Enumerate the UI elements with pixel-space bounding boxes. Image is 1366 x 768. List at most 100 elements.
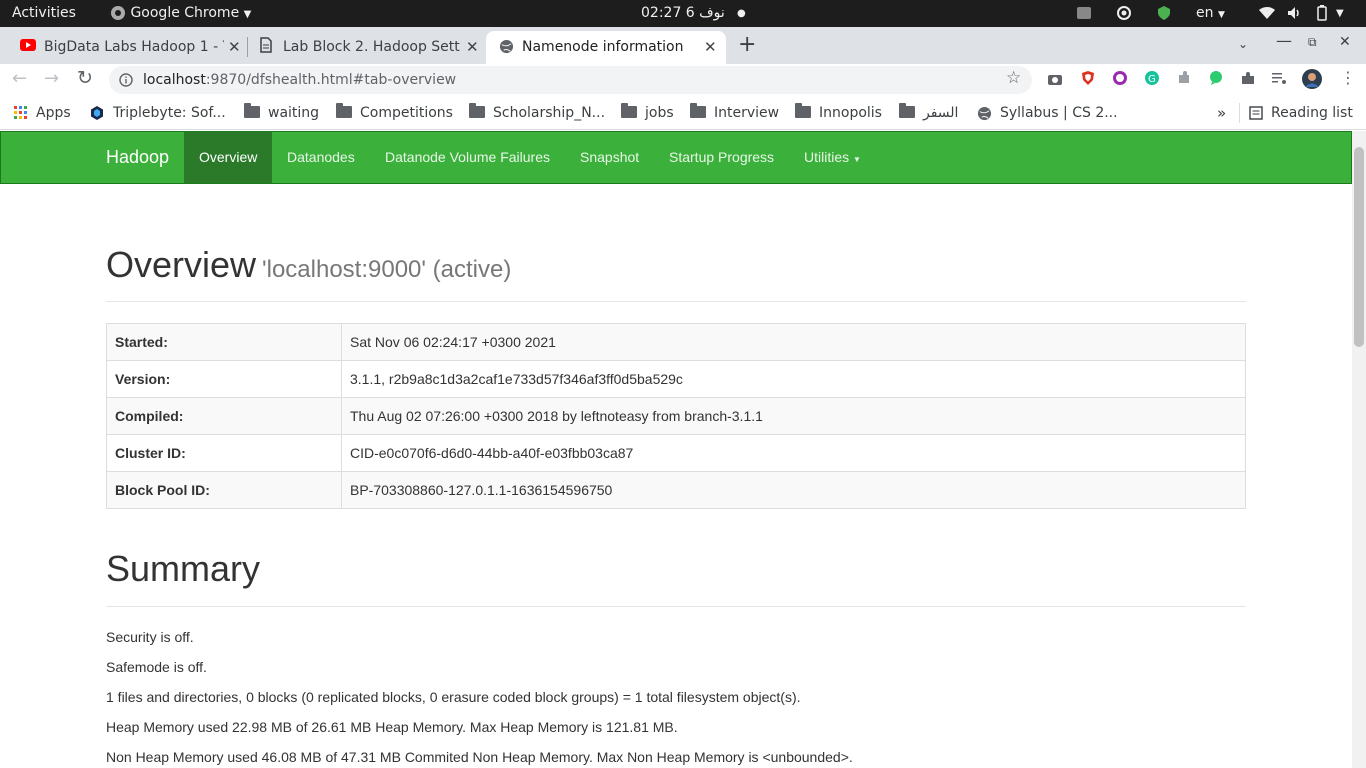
tab-namenode-information[interactable]: Namenode information ✕ <box>486 31 726 64</box>
table-row: Cluster ID: CID-e0c070f6-d6d0-44bb-a40f-e… <box>106 434 1246 472</box>
triplebyte-icon <box>91 106 103 120</box>
media-control-icon[interactable] <box>1271 70 1287 90</box>
shield-icon[interactable] <box>1156 0 1172 27</box>
bookmark-label: Interview <box>714 105 780 121</box>
bookmark-travel[interactable]: السفر <box>899 96 958 130</box>
camera-icon[interactable] <box>1047 71 1063 90</box>
chat-extension-icon[interactable] <box>1208 70 1224 90</box>
indicator-icon[interactable] <box>1076 0 1092 27</box>
restore-icon[interactable]: ⧉ <box>1308 35 1317 50</box>
bookmark-scholarship[interactable]: Scholarship_N... <box>469 96 605 130</box>
language-selector[interactable]: en ▼ <box>1196 0 1225 27</box>
bookmark-syllabus[interactable]: Syllabus | CS 2... <box>977 96 1118 130</box>
url-text[interactable]: localhost:9870/dfshealth.html#tab-overvi… <box>143 66 456 94</box>
info-icon[interactable] <box>119 73 133 87</box>
table-value: 3.1.1, r2b9a8c1d3a2caf1e733d57f346af3ff0… <box>341 360 1246 398</box>
table-row: Block Pool ID: BP-703308860-127.0.1.1-163… <box>106 471 1246 509</box>
bookmark-label: Apps <box>36 105 71 121</box>
table-value: BP-703308860-127.0.1.1-1636154596750 <box>341 471 1246 509</box>
nav-snapshot[interactable]: Snapshot <box>580 132 639 183</box>
window-close-icon[interactable]: ✕ <box>1339 34 1351 50</box>
chevron-down-icon[interactable]: ▼ <box>1336 0 1344 27</box>
youtube-icon <box>20 39 36 51</box>
nav-datanodes[interactable]: Datanodes <box>287 132 355 183</box>
table-key: Started: <box>106 323 342 361</box>
menu-kebab-icon[interactable]: ⋮ <box>1340 68 1356 87</box>
folder-icon <box>795 103 811 118</box>
close-icon[interactable]: ✕ <box>228 34 241 61</box>
url-path: :9870/dfshealth.html#tab-overview <box>205 72 457 88</box>
reload-icon[interactable]: ↻ <box>77 67 93 89</box>
reading-list-button[interactable]: Reading list <box>1249 96 1353 130</box>
battery-icon[interactable] <box>1316 0 1328 27</box>
chevron-down-icon: ▼ <box>1217 10 1225 20</box>
summary-line: Security is off. <box>106 629 194 645</box>
new-tab-plus-icon[interactable]: + <box>738 32 756 57</box>
record-icon[interactable] <box>1116 0 1132 27</box>
language-label: en <box>1196 5 1214 21</box>
caret-down-icon: ▼ <box>853 155 861 164</box>
nav-startup-progress[interactable]: Startup Progress <box>669 132 774 183</box>
activities-button[interactable]: Activities <box>12 0 76 27</box>
nav-utilities-label: Utilities <box>804 149 850 165</box>
bookmark-interview[interactable]: Interview <box>690 96 779 130</box>
grammarly-icon[interactable]: G <box>1144 70 1160 90</box>
bookmark-competitions[interactable]: Competitions <box>336 96 453 130</box>
tab-search-chevron-icon[interactable]: ⌄ <box>1238 37 1248 51</box>
bookmark-triplebyte[interactable]: Triplebyte: Sof... <box>89 96 226 130</box>
bookmarks-overflow-chevron-icon[interactable]: » <box>1217 96 1226 130</box>
omnibox[interactable]: localhost:9870/dfshealth.html#tab-overvi… <box>109 66 1032 94</box>
minimize-icon[interactable]: — <box>1276 31 1292 50</box>
scrollbar-thumb[interactable] <box>1354 147 1364 347</box>
app-name: Google Chrome <box>130 5 240 21</box>
bookmark-waiting[interactable]: waiting <box>244 96 319 130</box>
tab-lab-block[interactable]: Lab Block 2. Hadoop Setti ✕ <box>248 31 486 64</box>
table-value: CID-e0c070f6-d6d0-44bb-a40f-e03fbb03ca87 <box>341 434 1246 472</box>
bookmark-label: Innopolis <box>819 105 882 121</box>
nav-utilities[interactable]: Utilities ▼ <box>804 132 861 183</box>
clock[interactable]: 02:27 نوف 6 <box>641 0 725 27</box>
toolbar: ← → ↻ localhost:9870/dfshealth.html#tab-… <box>0 64 1366 96</box>
tab-bigdata-labs[interactable]: BigData Labs Hadoop 1 - Y ✕ <box>8 31 246 64</box>
table-value: Sat Nov 06 02:24:17 +0300 2021 <box>341 323 1246 361</box>
bookmark-label: Competitions <box>360 105 453 121</box>
bookmark-label: waiting <box>268 105 320 121</box>
tab-title: BigData Labs Hadoop 1 - Y <box>44 39 224 55</box>
navbar-brand[interactable]: Hadoop <box>106 132 169 183</box>
extension-icon[interactable] <box>1176 70 1192 90</box>
brave-shield-icon[interactable] <box>1080 70 1096 90</box>
nav-datanode-volume-failures[interactable]: Datanode Volume Failures <box>385 132 550 183</box>
nav-overview[interactable]: Overview <box>184 132 273 183</box>
overview-title: Overview <box>106 244 257 285</box>
reading-list-label: Reading list <box>1271 105 1353 121</box>
bookmark-innopolis[interactable]: Innopolis <box>795 96 882 130</box>
page-scrollbar[interactable] <box>1352 131 1366 768</box>
divider <box>106 301 1246 302</box>
bookmark-apps[interactable]: Apps <box>14 96 71 130</box>
extensions-puzzle-icon[interactable] <box>1240 70 1256 90</box>
apps-grid-icon <box>14 106 27 119</box>
app-menu[interactable]: Google Chrome ▼ <box>110 0 251 27</box>
bookmark-label: Scholarship_N... <box>493 105 606 121</box>
divider <box>106 606 1246 607</box>
table-value: Thu Aug 02 07:26:00 +0300 2018 by leftno… <box>341 397 1246 435</box>
reading-list-icon <box>1249 106 1263 120</box>
table-key: Block Pool ID: <box>106 471 342 509</box>
page-content: Hadoop Overview Datanodes Datanode Volum… <box>0 131 1352 768</box>
bookmark-label: Syllabus | CS 2... <box>1000 105 1118 121</box>
close-icon[interactable]: ✕ <box>466 34 479 61</box>
back-icon[interactable]: ← <box>12 68 27 89</box>
volume-icon[interactable] <box>1286 0 1302 27</box>
hadoop-navbar: Hadoop Overview Datanodes Datanode Volum… <box>0 131 1352 184</box>
color-extension-icon[interactable] <box>1112 70 1128 90</box>
folder-icon <box>690 103 706 118</box>
avatar[interactable] <box>1302 69 1322 93</box>
bookmark-jobs[interactable]: jobs <box>621 96 674 130</box>
chrome-icon <box>111 6 125 20</box>
bookmark-star-icon[interactable]: ☆ <box>1006 68 1021 88</box>
folder-icon <box>469 103 485 118</box>
close-icon[interactable]: ✕ <box>704 34 717 61</box>
forward-icon[interactable]: → <box>44 68 59 89</box>
folder-icon <box>244 103 260 118</box>
wifi-icon[interactable] <box>1258 0 1276 27</box>
